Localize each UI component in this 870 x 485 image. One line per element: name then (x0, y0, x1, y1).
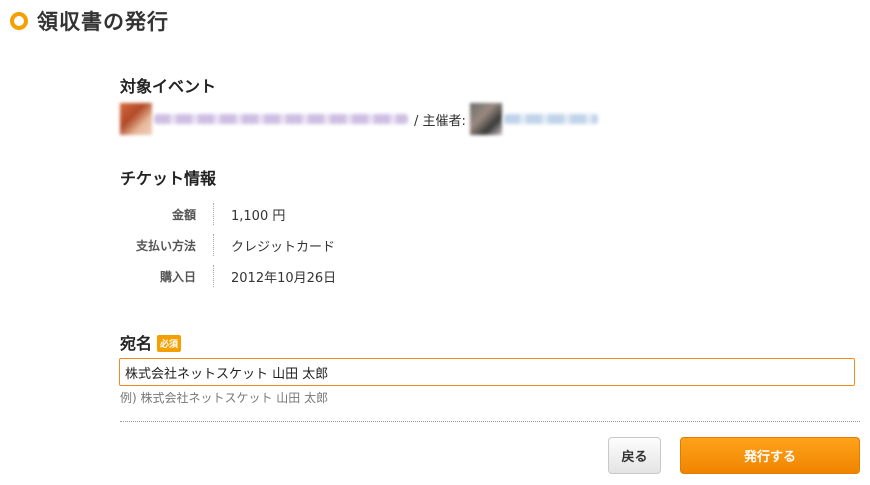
organizer-label: / 主催者: (414, 113, 466, 129)
ticket-row-payment: 支払い方法 クレジットカード (120, 234, 335, 256)
event-name-redacted[interactable] (154, 114, 408, 124)
purchase-date-value: 2012年10月26日 (231, 270, 337, 286)
issue-receipt-button[interactable]: 発行する (680, 437, 860, 474)
recipient-name-input[interactable] (119, 358, 855, 386)
ticket-row-purchase-date: 購入日 2012年10月26日 (120, 265, 336, 287)
ticket-row-amount: 金額 1,100 円 (120, 203, 285, 225)
organizer-name-redacted[interactable] (503, 114, 598, 124)
required-badge: 必須 (157, 335, 182, 352)
row-divider (213, 203, 214, 225)
amount-label: 金額 (171, 207, 196, 222)
row-divider (213, 234, 214, 256)
event-section-title: 対象イベント (120, 77, 217, 96)
payment-method-label: 支払い方法 (135, 238, 196, 253)
circle-bullet-icon (10, 12, 28, 30)
back-button[interactable]: 戻る (608, 437, 661, 474)
row-divider (213, 265, 214, 287)
page-header: 領収書の発行 (10, 6, 169, 36)
amount-value: 1,100 円 (231, 208, 286, 224)
recipient-example-text: 例) 株式会社ネットスケット 山田 太郎 (120, 391, 329, 405)
section-divider (120, 421, 860, 422)
recipient-label-row: 宛名 必須 (120, 330, 182, 354)
event-thumbnail-image (120, 103, 152, 135)
purchase-date-label: 購入日 (159, 269, 196, 284)
page-title: 領収書の発行 (37, 10, 169, 34)
payment-method-value: クレジットカード (231, 239, 336, 255)
ticket-section-title: チケット情報 (120, 169, 217, 188)
recipient-label: 宛名 (120, 334, 153, 353)
organizer-avatar-image (469, 103, 502, 135)
event-line: / 主催者: (120, 103, 600, 135)
